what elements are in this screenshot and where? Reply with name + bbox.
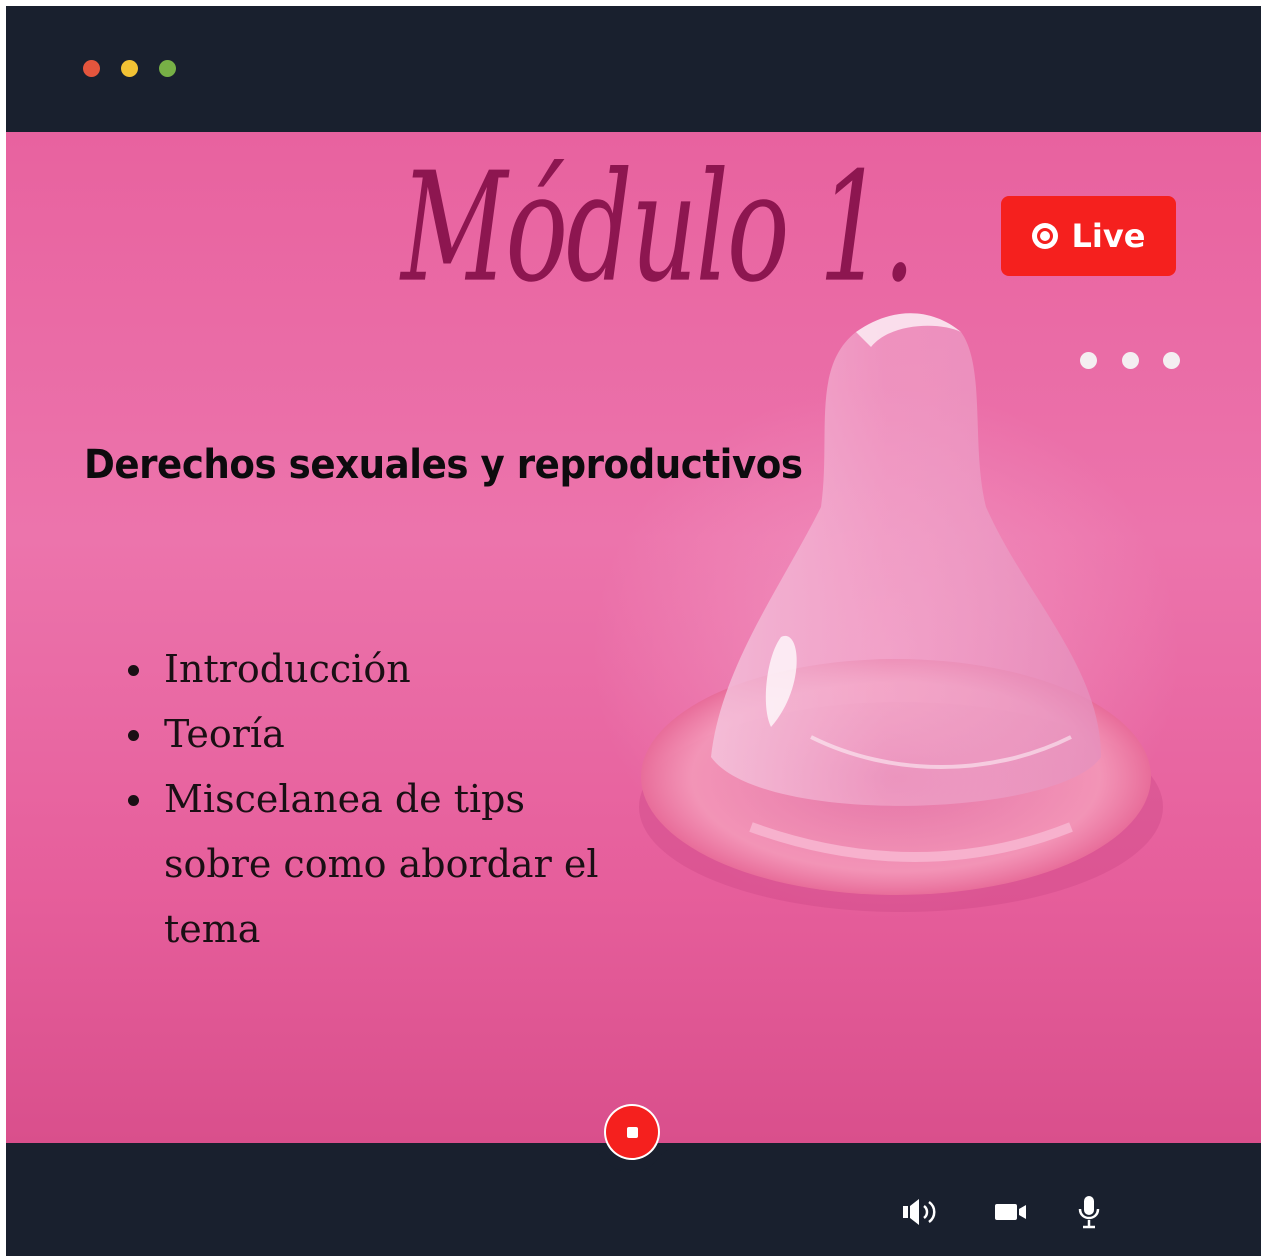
stop-recording-button[interactable] (609, 1109, 655, 1155)
agenda-item: Introducción (124, 637, 604, 702)
slide-subtitle: Derechos sexuales y reproductivos (84, 442, 803, 488)
agenda-item: Teoría (124, 702, 604, 767)
agenda-item: Miscelanea de tips sobre como abordar el… (124, 767, 604, 962)
speaker-icon (903, 1199, 936, 1225)
camera-button[interactable] (989, 1192, 1033, 1232)
microphone-button[interactable] (1067, 1192, 1111, 1232)
live-record-icon (1031, 223, 1058, 249)
more-horizontal-icon (1121, 352, 1139, 369)
close-window-button[interactable] (83, 60, 100, 77)
video-call-window: Módulo 1. Derechos sexuales y reproducti… (6, 6, 1261, 1256)
agenda-list: Introducción Teoría Miscelanea de tips s… (124, 637, 604, 962)
live-label: Live (1071, 217, 1146, 255)
speaker-button[interactable] (899, 1192, 943, 1232)
stop-record-icon (626, 1126, 638, 1138)
presentation-stage: Módulo 1. Derechos sexuales y reproducti… (6, 132, 1261, 1143)
minimize-window-button[interactable] (121, 60, 138, 77)
condom-image (639, 313, 1163, 912)
window-titlebar (6, 6, 1261, 132)
more-horizontal-icon (1080, 352, 1097, 369)
more-options-button[interactable] (1080, 352, 1180, 376)
microphone-icon (1078, 1196, 1100, 1229)
maximize-window-button[interactable] (159, 60, 176, 77)
slide-heading: Módulo 1. (401, 138, 916, 316)
more-horizontal-icon (1163, 352, 1180, 369)
live-badge: Live (1001, 196, 1176, 276)
video-camera-icon (995, 1204, 1026, 1220)
